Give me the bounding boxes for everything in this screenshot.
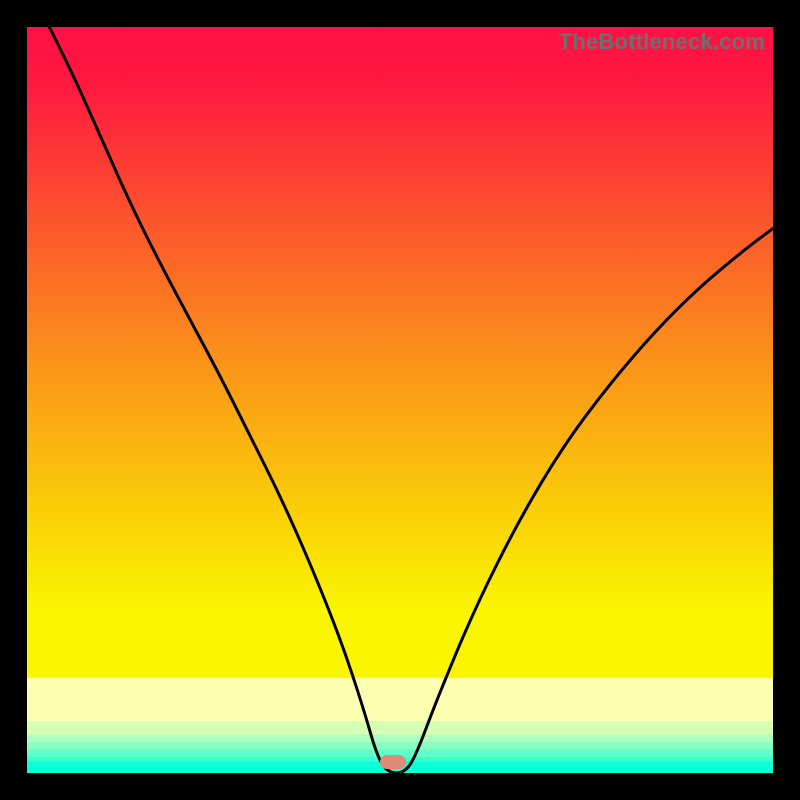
plot-area: TheBottleneck.com	[27, 27, 773, 773]
watermark-text: TheBottleneck.com	[559, 29, 765, 55]
gradient-background	[27, 27, 773, 773]
chart-frame: TheBottleneck.com	[0, 0, 800, 800]
optimal-point-marker	[380, 755, 406, 769]
